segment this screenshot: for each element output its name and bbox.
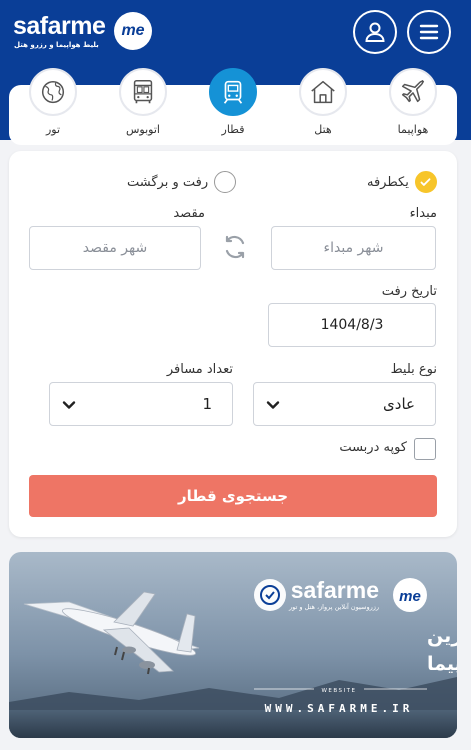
banner-brand: safarme: [291, 577, 379, 603]
airplane-icon: [401, 80, 425, 103]
user-icon: [365, 22, 385, 42]
brand-name: safarme: [13, 12, 106, 40]
chevron-down-icon: [266, 401, 280, 409]
menu-button[interactable]: [407, 10, 451, 54]
tab-label: هواپیما: [397, 123, 429, 136]
passengers-label: تعداد مسافر: [166, 362, 233, 377]
promo-banner[interactable]: me safarme رزروسیون آنلاین پرواز، هتل و …: [9, 552, 457, 738]
tab-bus[interactable]: اتوبوس: [98, 68, 188, 145]
radio-checked[interactable]: [414, 171, 437, 193]
coupe-checkbox[interactable]: [414, 438, 436, 460]
origin-label: مبداء: [409, 206, 437, 221]
ticket-type-select[interactable]: عادی: [253, 382, 436, 426]
destination-input[interactable]: شهر مقصد: [29, 226, 201, 270]
round-trip-label: رفت و برگشت: [127, 174, 209, 190]
logo-badge: me: [114, 12, 152, 50]
user-account-button[interactable]: [353, 10, 397, 54]
safarme-logo[interactable]: safarme بلیط هواپیما و رزرو هتل me: [13, 12, 158, 56]
train-icon: [223, 80, 243, 104]
ticket-type-label: نوع بلیط: [390, 362, 437, 377]
passengers-value: 1: [202, 395, 212, 413]
tab-train[interactable]: قطار: [188, 68, 278, 145]
tab-icon-wrap: [119, 68, 167, 116]
trip-type-oneway[interactable]: یکطرفه: [367, 171, 437, 193]
tab-icon-wrap: [209, 68, 257, 116]
bus-icon: [133, 80, 153, 104]
banner-logo-badge: me: [399, 588, 421, 605]
tab-hotel[interactable]: هتل: [278, 68, 368, 145]
date-label: تاریخ رفت: [381, 284, 437, 299]
ticket-type-value: عادی: [383, 395, 415, 413]
passengers-select[interactable]: 1: [49, 382, 233, 426]
banner-headline-1: گارانتی ارزان ترین: [427, 624, 457, 647]
logo-badge-text: me: [121, 22, 145, 39]
tab-label: قطار: [221, 123, 245, 136]
search-train-button[interactable]: جستجوی قطار: [29, 475, 437, 517]
train-search-form: یکطرفه رفت و برگشت مبداء مقصد شهر مبداء …: [9, 151, 457, 537]
globe-icon: [41, 80, 65, 104]
tab-icon-wrap: [389, 68, 437, 116]
banner-headline-2: نرخ بلیط هواپیما: [427, 653, 457, 675]
trip-type-round[interactable]: رفت و برگشت: [127, 171, 237, 193]
origin-input[interactable]: شهر مبداء: [271, 226, 436, 270]
chevron-down-icon: [62, 401, 76, 409]
service-tabs: هواپیما هتل قطار اتوبوس تور: [8, 68, 458, 145]
oneway-label: یکطرفه: [367, 174, 409, 190]
tab-tour[interactable]: تور: [8, 68, 98, 145]
brand-tagline: بلیط هواپیما و رزرو هتل: [14, 41, 99, 49]
tab-label: تور: [45, 123, 61, 136]
departure-date-input[interactable]: 1404/8/3: [268, 303, 436, 347]
tab-icon-wrap: [299, 68, 347, 116]
radio-unchecked[interactable]: [214, 171, 237, 193]
coupe-label: کوپه دربست: [339, 440, 407, 455]
house-icon: [311, 80, 335, 104]
check-icon: [420, 177, 431, 186]
hamburger-icon: [419, 24, 439, 40]
swap-icon[interactable]: [221, 233, 249, 261]
tab-label: هتل: [314, 123, 332, 136]
tab-icon-wrap: [29, 68, 77, 116]
banner-website-label: WEBSITE: [321, 688, 356, 694]
tab-airplane[interactable]: هواپیما: [368, 68, 458, 145]
banner-website: WWW.SAFARME.IR: [265, 702, 414, 715]
banner-brand-sub: رزروسیون آنلاین پرواز، هتل و تور: [288, 602, 379, 611]
banner-illustration: me safarme رزروسیون آنلاین پرواز، هتل و …: [9, 577, 457, 738]
tab-label: اتوبوس: [126, 123, 160, 136]
destination-label: مقصد: [173, 206, 205, 221]
